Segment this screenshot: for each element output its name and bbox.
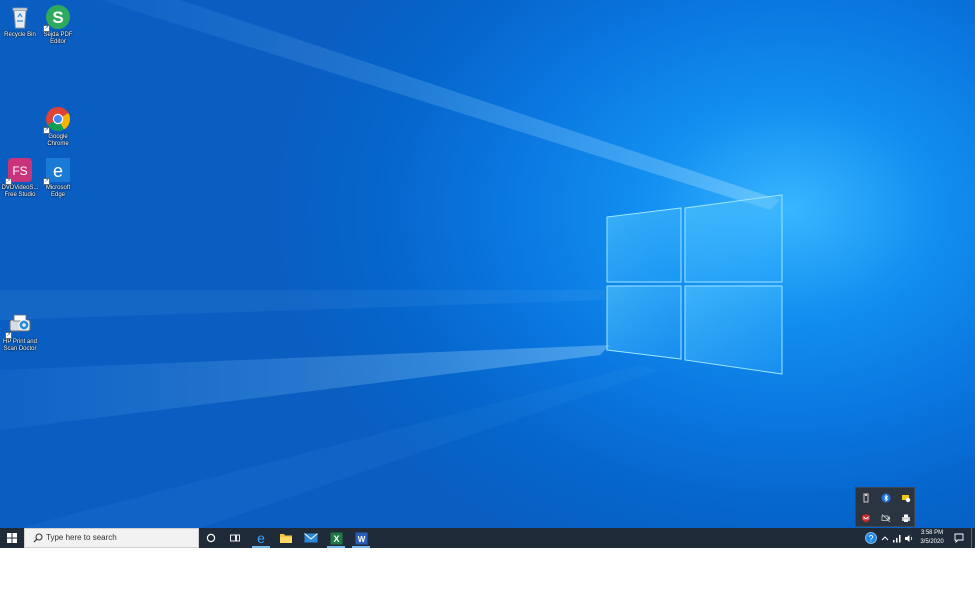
shortcut-arrow-icon: ↗ — [5, 332, 12, 339]
show-desktop-button[interactable] — [971, 528, 975, 548]
desktop-icon-label: DVDVideoS... Free Studio — [1, 185, 39, 198]
svg-text:e: e — [257, 531, 265, 545]
mcafee-icon[interactable] — [858, 510, 874, 526]
speaker-icon — [905, 534, 913, 542]
logo-pane-tr — [684, 194, 783, 283]
sejda-pdf-icon: S ↗ — [43, 4, 71, 32]
taskbar-edge[interactable]: e — [249, 528, 273, 548]
desktop-icon-label: Sejda PDF Editor — [43, 32, 73, 45]
desktop-icon-edge[interactable]: e ↗ Microsoft Edge — [38, 157, 78, 199]
excel-letter: X — [333, 534, 339, 544]
network-button[interactable] — [891, 528, 903, 548]
cortana-button[interactable] — [199, 528, 223, 548]
printer-icon[interactable] — [898, 510, 914, 526]
edge-icon: e — [257, 531, 265, 545]
desktop-icon-label: Recycle Bin — [4, 32, 36, 38]
camera-off-icon[interactable] — [878, 510, 894, 526]
chrome-icon: ↗ — [43, 106, 71, 134]
desktop-icon-dvdvideosoft[interactable]: FS ↗ DVDVideoS... Free Studio — [0, 157, 40, 199]
start-button[interactable] — [0, 528, 24, 548]
tray-overflow-flyout — [855, 487, 915, 527]
network-icon — [893, 534, 901, 542]
search-icon — [33, 533, 43, 543]
clock[interactable]: 3:58 PM 3/5/2020 — [914, 529, 950, 547]
show-hidden-icons-button[interactable] — [879, 528, 891, 548]
word-letter: W — [357, 535, 365, 544]
taskbar-excel[interactable]: X — [324, 528, 348, 548]
task-view-button[interactable] — [223, 528, 247, 548]
wallpaper-beams — [0, 0, 783, 528]
windows-logo-icon — [7, 533, 17, 543]
security-shield-icon[interactable] — [898, 490, 914, 506]
hp-printer-icon: ↗ — [5, 311, 33, 339]
word-icon: W — [355, 532, 367, 544]
desktop-icon-label: Microsoft Edge — [45, 185, 71, 198]
desktop-icon-chrome[interactable]: ↗ Google Chrome — [38, 106, 78, 148]
folder-icon — [280, 534, 292, 543]
desktop-icon-label: Google Chrome — [47, 134, 69, 147]
help-glyph: ? — [868, 534, 873, 544]
free-studio-logo-text: FS — [12, 164, 27, 178]
taskbar-word[interactable]: W — [349, 528, 373, 548]
cortana-icon — [206, 533, 216, 543]
clock-date: 3/5/2020 — [920, 539, 944, 545]
clock-time: 3:58 PM — [920, 530, 944, 536]
search-box[interactable]: Type here to search — [24, 528, 199, 548]
desktop-icon-hp-print-scan-doctor[interactable]: ↗ HP Print and Scan Doctor — [0, 311, 40, 353]
taskbar: Type here to search e X W ? 3:58 PM 3/5/… — [0, 528, 975, 548]
logo-pane-bl — [606, 285, 682, 360]
shortcut-arrow-icon: ↗ — [43, 127, 50, 134]
free-studio-icon: FS ↗ — [5, 157, 33, 185]
help-tray-button[interactable]: ? — [864, 528, 878, 548]
svg-text:S: S — [52, 8, 63, 27]
svg-text:e: e — [53, 161, 63, 181]
action-center-button[interactable] — [950, 528, 968, 548]
search-placeholder: Type here to search — [46, 533, 117, 542]
shortcut-arrow-icon: ↗ — [43, 178, 50, 185]
task-view-icon — [230, 534, 240, 542]
mail-icon — [304, 533, 318, 543]
recycle-bin-icon — [7, 4, 33, 30]
logo-pane-br — [684, 285, 783, 375]
bluetooth-icon[interactable] — [878, 490, 894, 506]
desktop-icon-sejda[interactable]: S ↗ Sejda PDF Editor — [38, 4, 78, 46]
desktop-icon-label: HP Print and Scan Doctor — [3, 339, 37, 352]
shortcut-arrow-icon: ↗ — [5, 178, 12, 185]
desktop[interactable]: Recycle Bin S ↗ Sejda PDF Editor ↗ Googl… — [0, 0, 975, 528]
taskbar-mail[interactable] — [299, 528, 323, 548]
desktop-icon-recycle-bin[interactable]: Recycle Bin — [0, 4, 40, 39]
edge-icon: e ↗ — [43, 157, 71, 185]
usb-device-icon[interactable] — [858, 490, 874, 506]
help-icon: ? — [865, 532, 877, 544]
notification-icon — [954, 533, 964, 543]
logo-pane-tl — [606, 207, 682, 283]
excel-icon: X — [330, 532, 342, 544]
shortcut-arrow-icon: ↗ — [43, 25, 50, 32]
taskbar-file-explorer[interactable] — [274, 528, 298, 548]
chevron-up-icon — [881, 536, 889, 541]
